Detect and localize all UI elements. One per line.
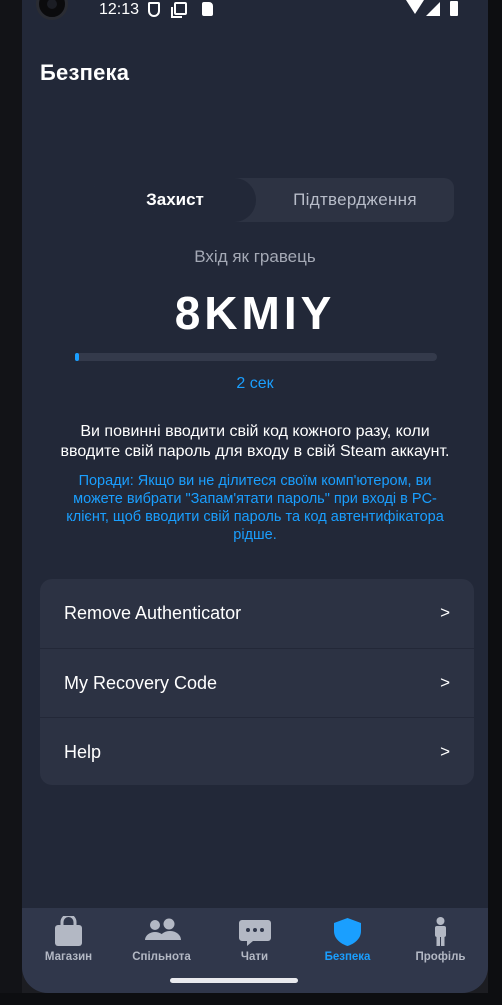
- chevron-right-icon: >: [440, 742, 450, 761]
- tab-confirmations[interactable]: Підтвердження: [256, 178, 454, 222]
- tab-protect[interactable]: Захист: [94, 178, 256, 222]
- nav-store[interactable]: Магазин: [22, 908, 115, 978]
- shopping-bag-icon: [55, 916, 82, 946]
- recovery-code-item[interactable]: My Recovery Code >: [40, 648, 474, 716]
- phone-bezel-left: [0, 0, 22, 1005]
- camera-cutout: [36, 0, 68, 20]
- community-icon: [145, 918, 181, 940]
- wifi-icon: [406, 0, 424, 14]
- chevron-right-icon: >: [440, 603, 450, 622]
- nav-label: Спільнота: [132, 951, 191, 963]
- nav-profile[interactable]: Профіль: [394, 908, 487, 978]
- remove-authenticator-item[interactable]: Remove Authenticator >: [40, 579, 474, 647]
- nav-label: Профіль: [415, 951, 466, 963]
- nav-label: Магазин: [44, 951, 93, 963]
- home-indicator[interactable]: [170, 978, 298, 983]
- signal-icon: [426, 2, 440, 16]
- shield-icon: [334, 918, 361, 946]
- profile-icon: [435, 917, 446, 946]
- battery-icon: [450, 1, 458, 16]
- tip-text: Поради: Якщо ви не ділитеся своїм комп'ю…: [66, 473, 444, 543]
- status-time: 12:13: [99, 1, 140, 18]
- chevron-right-icon: >: [440, 673, 450, 692]
- chat-icon: [239, 920, 271, 946]
- nav-label: Чати: [240, 951, 269, 963]
- sd-card-status-icon: [202, 2, 213, 16]
- nav-security[interactable]: Безпека: [301, 908, 394, 978]
- code-expiry-progress: [75, 353, 437, 361]
- menu-item-label: My Recovery Code: [64, 673, 218, 693]
- phone-bezel-right: [488, 0, 502, 1005]
- phone-frame: 12:13 Безпека Захист Підтвердження Вхід …: [0, 0, 502, 1005]
- steam-guard-code: 8KMIY: [174, 287, 336, 339]
- info-text: Ви повинні вводити свій код кожного разу…: [60, 423, 450, 460]
- screenshot-status-icon: [171, 2, 187, 18]
- segmented-tabs: Захист Підтвердження: [94, 178, 454, 222]
- nav-label: Безпека: [324, 951, 371, 963]
- shield-status-icon: [148, 2, 160, 17]
- code-timer: 2 сек: [236, 375, 274, 392]
- security-menu: Remove Authenticator > My Recovery Code …: [40, 579, 474, 785]
- status-bar: 12:13: [22, 0, 488, 22]
- help-item[interactable]: Help >: [40, 717, 474, 785]
- login-as-label: Вхід як гравець: [194, 247, 316, 266]
- page-title: Безпека: [40, 60, 130, 85]
- nav-community[interactable]: Спільнота: [115, 908, 208, 978]
- menu-item-label: Remove Authenticator: [64, 603, 242, 623]
- nav-chats[interactable]: Чати: [208, 908, 301, 978]
- phone-bezel-bottom: [0, 993, 502, 1005]
- app-screen: 12:13 Безпека Захист Підтвердження Вхід …: [22, 0, 488, 993]
- code-expiry-progress-fill: [75, 353, 79, 361]
- menu-item-label: Help: [64, 742, 102, 762]
